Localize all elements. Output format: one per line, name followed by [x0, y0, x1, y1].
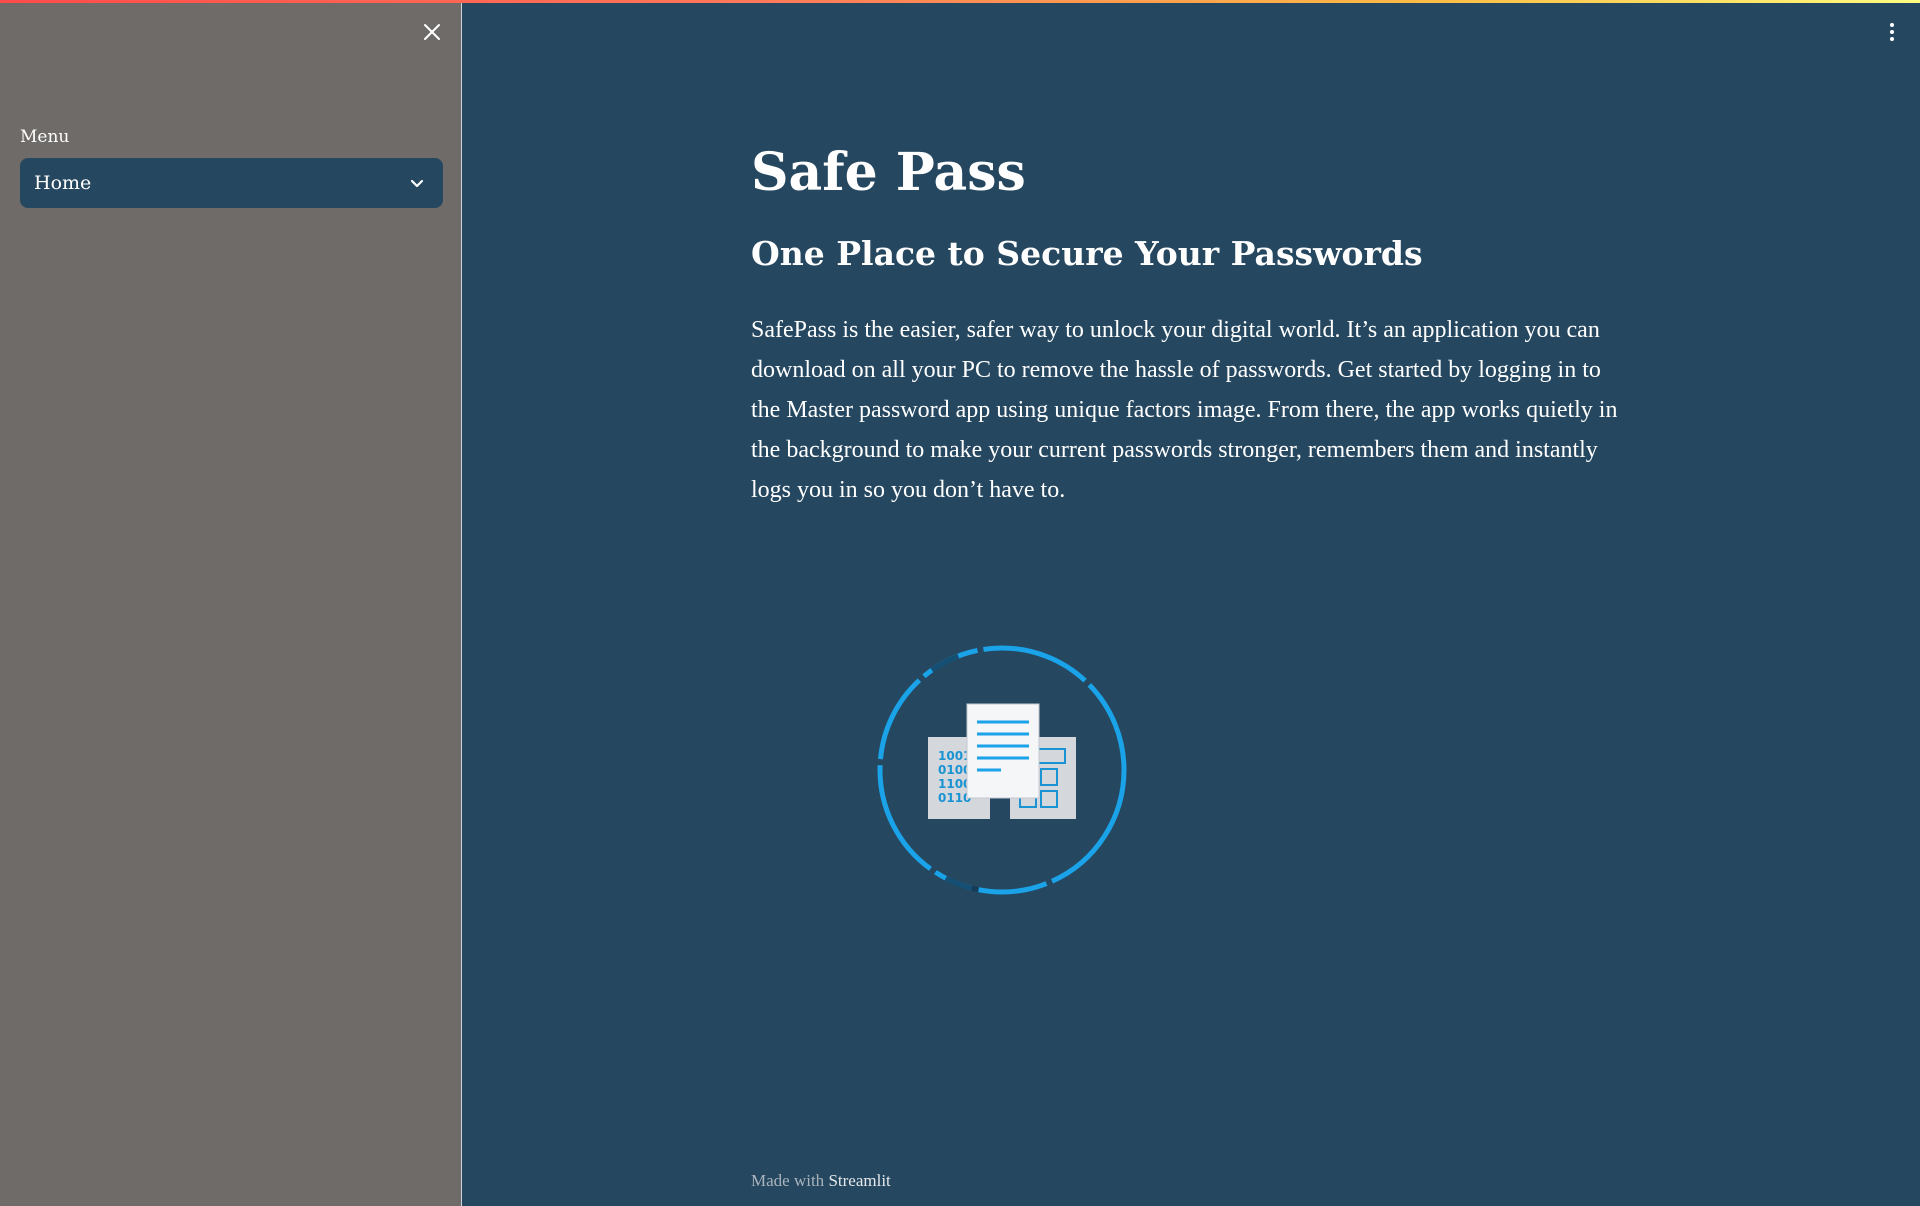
footer-streamlit-link[interactable]: Streamlit	[828, 1171, 890, 1190]
binary-line: 1001	[938, 749, 971, 763]
kebab-dot	[1890, 30, 1894, 34]
app-page: Menu Home Safe Pass One Place to Secure …	[0, 0, 1920, 1206]
page-title: Safe Pass	[751, 142, 1026, 203]
main-menu-button[interactable]	[1882, 20, 1902, 44]
binary-line: 0100	[938, 763, 971, 777]
page-subtitle: One Place to Secure Your Passwords	[751, 234, 1423, 273]
close-icon	[424, 24, 440, 40]
document-sync-loading-icon: 1001 0100 1100 0110	[875, 643, 1129, 897]
kebab-dot	[1890, 23, 1894, 27]
binary-line: 1100	[938, 777, 971, 791]
menu-label: Menu	[20, 127, 70, 147]
binary-line: 0110	[938, 791, 971, 805]
sidebar: Menu Home	[0, 0, 462, 1206]
chevron-down-icon	[407, 173, 427, 193]
menu-select[interactable]: Home	[20, 158, 443, 208]
main-content: Safe Pass One Place to Secure Your Passw…	[751, 140, 1631, 510]
footer: Made with Streamlit	[751, 1171, 891, 1191]
footer-prefix: Made with	[751, 1171, 825, 1190]
close-sidebar-button[interactable]	[418, 18, 446, 46]
menu-selected-value: Home	[34, 172, 92, 194]
kebab-dot	[1890, 37, 1894, 41]
top-decoration-bar	[0, 0, 1920, 3]
page-description: SafePass is the easier, safer way to unl…	[751, 316, 1618, 503]
